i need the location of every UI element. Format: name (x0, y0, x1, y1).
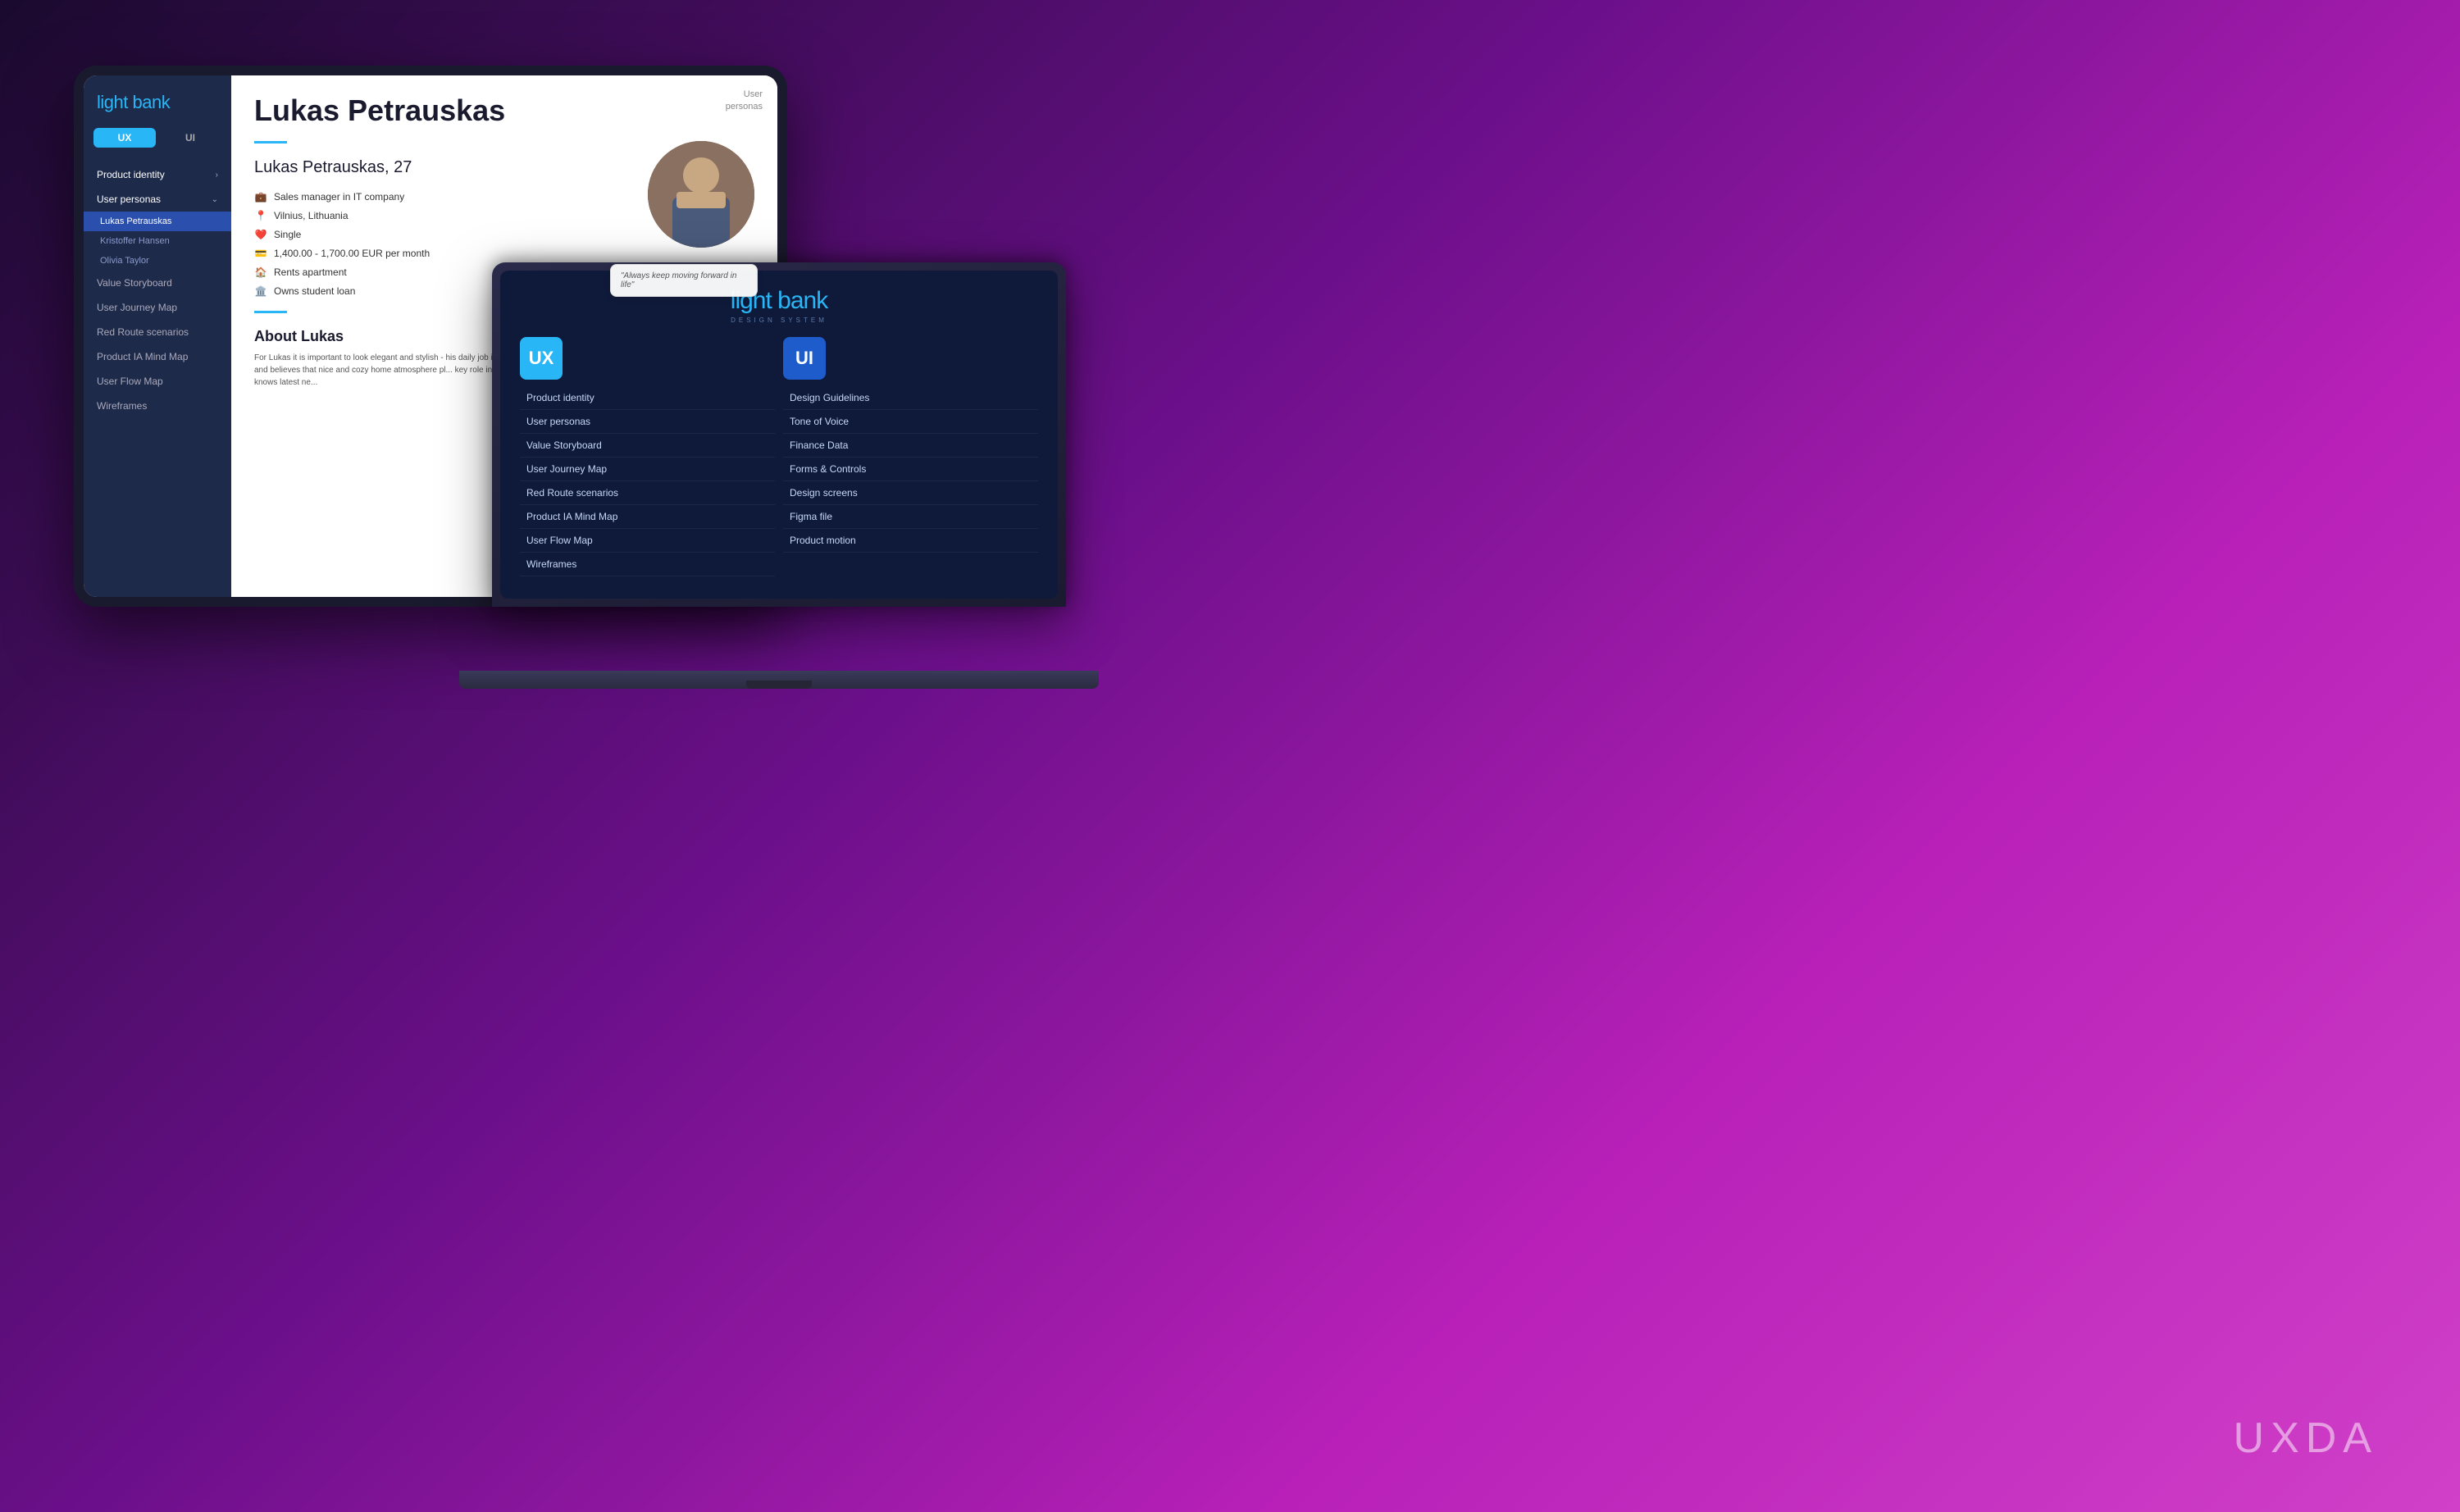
info-housing: Rents apartment (274, 266, 347, 278)
about-divider (254, 311, 287, 313)
avatar (648, 141, 754, 248)
ui-menu-list: Design Guidelines Tone of Voice Finance … (783, 386, 1038, 553)
tablet-tabs: UX UI (93, 128, 221, 148)
ux-menu-item-value-storyboard[interactable]: Value Storyboard (520, 434, 775, 458)
bank-icon: 🏛️ (254, 285, 267, 298)
ui-menu-item-figma-file[interactable]: Figma file (783, 505, 1038, 529)
sidebar-item-user-journey-map[interactable]: User Journey Map (84, 295, 231, 320)
sidebar-item-product-identity-label: Product identity (97, 169, 165, 180)
laptop-base (459, 671, 1099, 689)
ux-menu-item-product-identity[interactable]: Product identity (520, 386, 775, 410)
sidebar-item-user-personas[interactable]: User personas ⌄ (84, 187, 231, 212)
ux-menu-item-user-personas[interactable]: User personas (520, 410, 775, 434)
laptop-lid: light bank DESIGN SYSTEM UX Product iden… (492, 262, 1066, 607)
ui-menu-item-design-guidelines[interactable]: Design Guidelines (783, 386, 1038, 410)
sidebar-item-wireframes[interactable]: Wireframes (84, 394, 231, 418)
tab-ui[interactable]: UI (159, 128, 221, 148)
ui-menu-item-forms-controls[interactable]: Forms & Controls (783, 458, 1038, 481)
briefcase-icon: 💼 (254, 190, 267, 203)
ui-menu-item-finance-data[interactable]: Finance Data (783, 434, 1038, 458)
info-income: 1,400.00 - 1,700.00 EUR per month (274, 248, 430, 259)
info-job: Sales manager in IT company (274, 191, 404, 203)
laptop-logo-sub: DESIGN SYSTEM (520, 317, 1038, 324)
tab-ux[interactable]: UX (93, 128, 156, 148)
sidebar-subitem-lukas[interactable]: Lukas Petrauskas (84, 212, 231, 231)
logo-accent: bank (132, 92, 170, 112)
ux-menu-list: Product identity User personas Value Sto… (520, 386, 775, 576)
laptop-device: light bank DESIGN SYSTEM UX Product iden… (492, 262, 1066, 689)
ui-header: UI (783, 337, 1038, 380)
ux-header: UX (520, 337, 775, 380)
sidebar-item-user-personas-label: User personas (97, 194, 161, 205)
location-icon: 📍 (254, 209, 267, 222)
sidebar-item-product-identity[interactable]: Product identity › (84, 162, 231, 187)
quote-bubble: "Always keep moving forward in life" (610, 264, 758, 297)
page-title: Lukas Petrauskas (254, 93, 754, 128)
list-item: 💳 1,400.00 - 1,700.00 EUR per month (254, 247, 754, 260)
breadcrumb: User personas (726, 89, 763, 114)
ux-menu-item-user-journey-map[interactable]: User Journey Map (520, 458, 775, 481)
info-location: Vilnius, Lithuania (274, 210, 348, 221)
ui-menu-item-design-screens[interactable]: Design screens (783, 481, 1038, 505)
chevron-down-icon: ⌄ (212, 195, 218, 204)
logo-prefix: light (97, 92, 132, 112)
sidebar-subitem-kristoffer[interactable]: Kristoffer Hansen (84, 231, 231, 251)
ux-menu-item-wireframes[interactable]: Wireframes (520, 553, 775, 576)
blue-divider (254, 141, 287, 143)
sidebar-item-value-storyboard[interactable]: Value Storyboard (84, 271, 231, 295)
ux-menu-item-user-flow-map[interactable]: User Flow Map (520, 529, 775, 553)
ui-badge: UI (783, 337, 826, 380)
breadcrumb-line1: User (726, 89, 763, 101)
tablet-sidebar: light bank UX UI Product identity › User… (84, 75, 231, 597)
laptop-content: light bank DESIGN SYSTEM UX Product iden… (500, 271, 1058, 599)
avatar-silhouette (648, 141, 754, 248)
breadcrumb-line2: personas (726, 101, 763, 113)
chevron-right-icon: › (216, 171, 218, 180)
ux-menu-item-red-route[interactable]: Red Route scenarios (520, 481, 775, 505)
laptop-logo-text: light bank (520, 287, 1038, 315)
sidebar-item-red-route[interactable]: Red Route scenarios (84, 320, 231, 344)
house-icon: 🏠 (254, 266, 267, 279)
ux-menu-item-product-ia-mind-map[interactable]: Product IA Mind Map (520, 505, 775, 529)
heart-icon: ❤️ (254, 228, 267, 241)
sidebar-subitem-olivia[interactable]: Olivia Taylor (84, 251, 231, 271)
ux-column: UX Product identity User personas Value … (520, 337, 775, 582)
ui-menu-item-product-motion[interactable]: Product motion (783, 529, 1038, 553)
sidebar-item-product-ia[interactable]: Product IA Mind Map (84, 344, 231, 369)
ui-menu-item-tone-of-voice[interactable]: Tone of Voice (783, 410, 1038, 434)
laptop-logo: light bank DESIGN SYSTEM (520, 287, 1038, 324)
tablet-logo: light bank (84, 92, 231, 128)
sidebar-item-user-flow-map[interactable]: User Flow Map (84, 369, 231, 394)
uxda-watermark: UXDA (2234, 1414, 2378, 1463)
laptop-menu: UX Product identity User personas Value … (520, 337, 1038, 582)
ui-column: UI Design Guidelines Tone of Voice Finan… (783, 337, 1038, 582)
ux-badge: UX (520, 337, 563, 380)
info-status: Single (274, 229, 301, 240)
laptop-screen: light bank DESIGN SYSTEM UX Product iden… (500, 271, 1058, 599)
money-icon: 💳 (254, 247, 267, 260)
info-loan: Owns student loan (274, 285, 355, 297)
laptop-logo-accent: bank (777, 287, 827, 314)
